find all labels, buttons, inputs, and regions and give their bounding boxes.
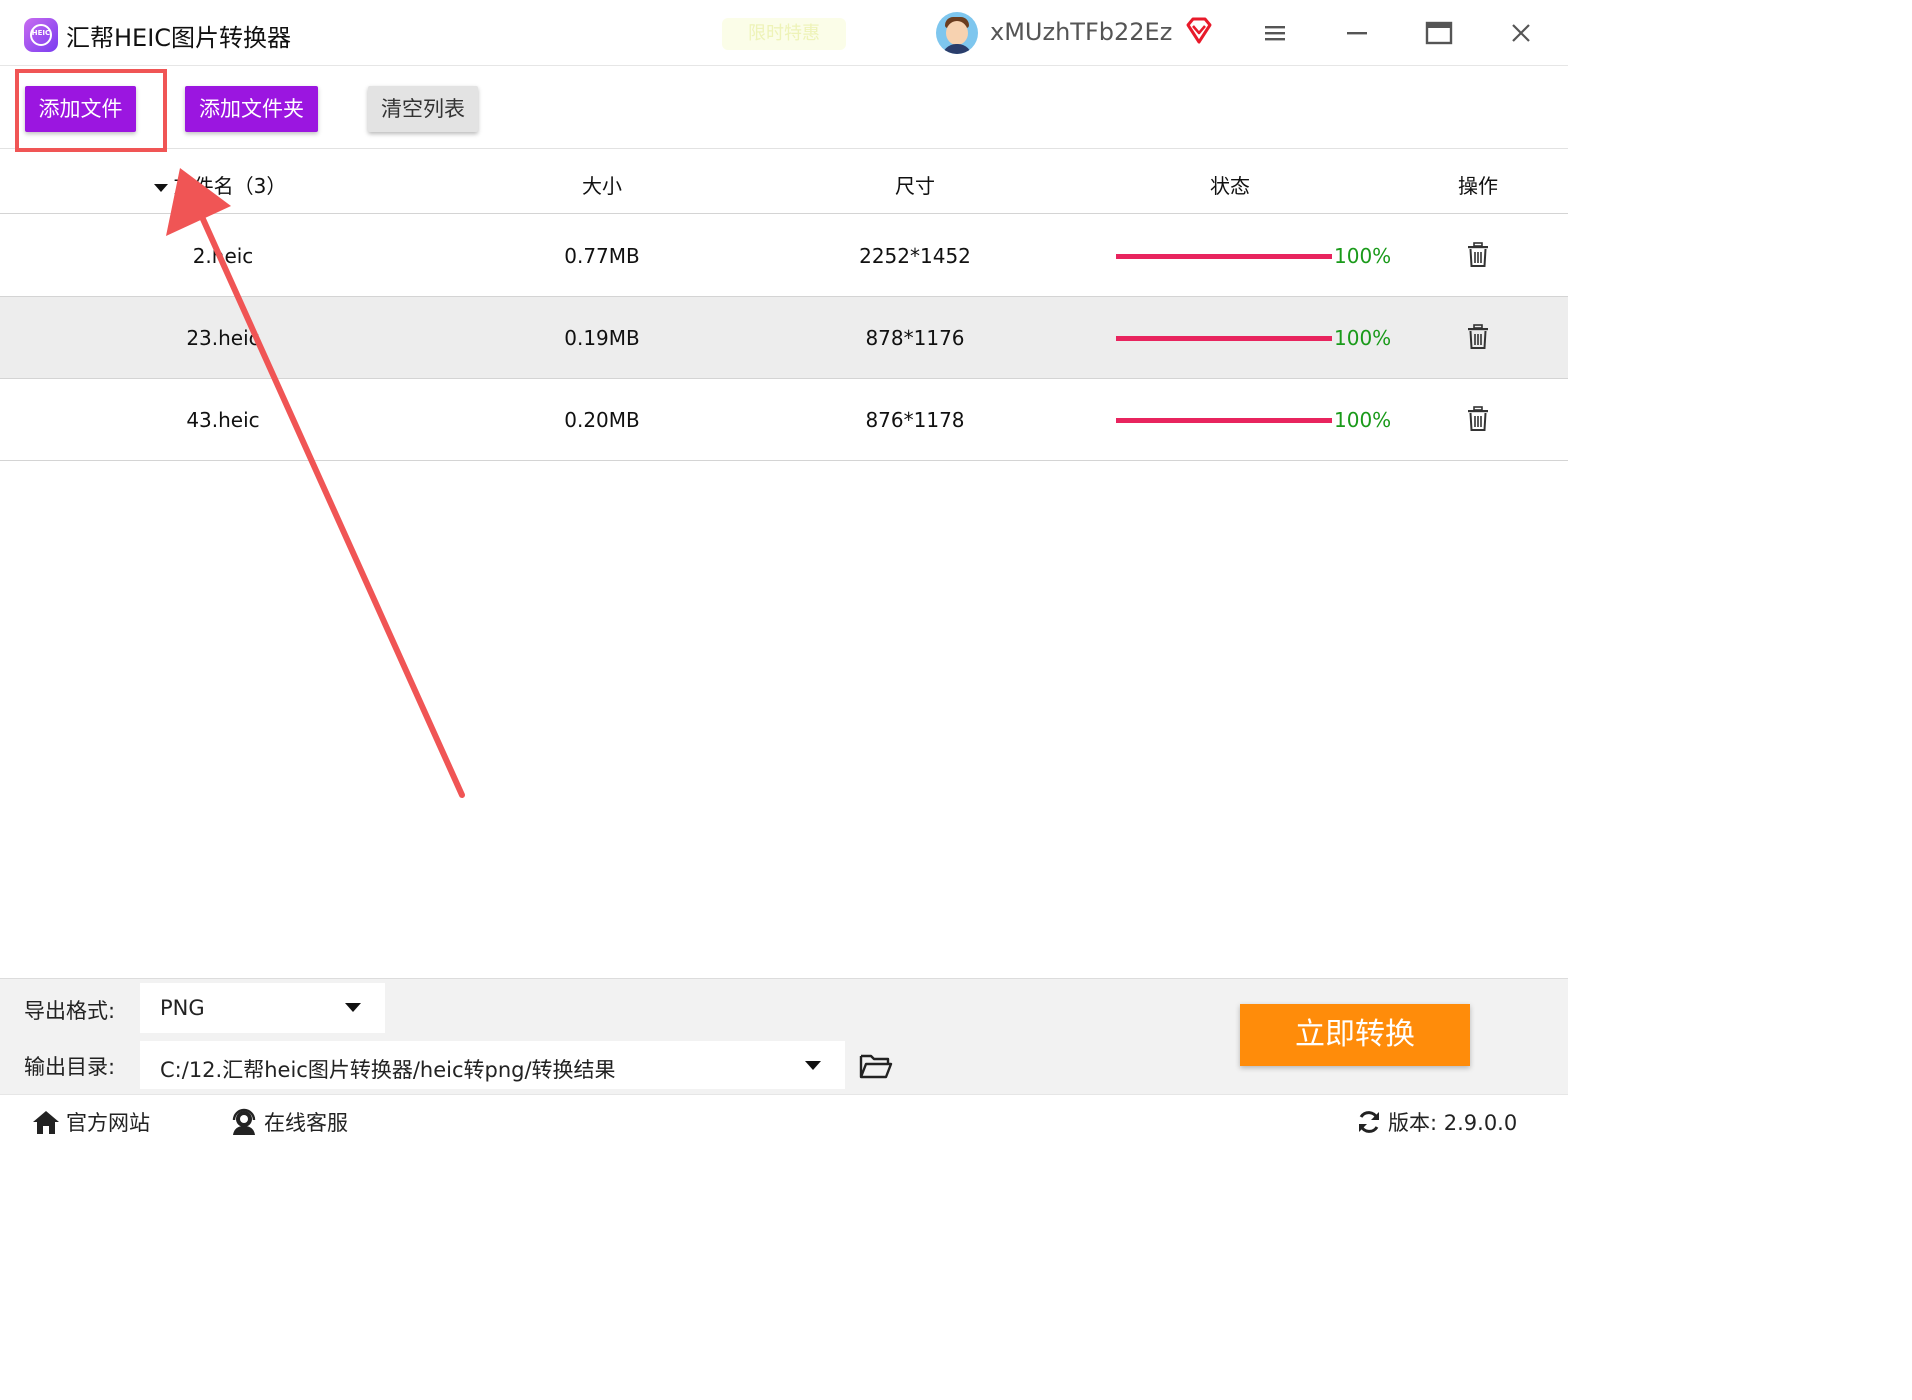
table-row[interactable]: 43.heic 0.20MB 876*1178 100% — [0, 379, 1568, 461]
progress-fill — [1116, 336, 1332, 341]
output-dir-select[interactable]: C:/12.汇帮heic图片转换器/heic转png/转换结果 — [140, 1041, 845, 1089]
footer: 官方网站 在线客服 版本: 2.9.0.0 — [0, 1094, 1568, 1148]
home-icon — [33, 1111, 59, 1134]
chevron-down-icon — [345, 1003, 361, 1012]
user-avatar[interactable] — [936, 12, 978, 54]
format-value: PNG — [160, 996, 205, 1020]
trash-icon[interactable] — [1466, 242, 1490, 268]
username[interactable]: xMUzhTFb22Ez — [990, 18, 1172, 46]
column-header-dimensions: 尺寸 — [895, 174, 935, 198]
official-site-link[interactable]: 官方网站 — [32, 1107, 150, 1137]
online-service-link[interactable]: 在线客服 — [230, 1107, 348, 1137]
format-label: 导出格式: — [24, 999, 116, 1023]
app-logo: HEIC — [24, 18, 58, 52]
file-dimensions: 876*1178 — [865, 408, 965, 432]
file-dimensions: 878*1176 — [865, 326, 965, 350]
progress-percent: 100% — [1334, 244, 1392, 268]
clear-list-button[interactable]: 清空列表 — [368, 86, 478, 132]
headset-icon — [232, 1108, 256, 1135]
file-dimensions: 2252*1452 — [859, 244, 971, 268]
app-window: HEIC 汇帮HEIC图片转换器 限时特惠 xMUzhTFb22Ez 添加文件 … — [0, 0, 1568, 1148]
vip-diamond-icon[interactable] — [1184, 16, 1214, 46]
format-select[interactable]: PNG — [140, 983, 385, 1033]
chevron-down-icon — [805, 1061, 821, 1070]
output-settings-panel: 导出格式: PNG 输出目录: C:/12.汇帮heic图片转换器/heic转p… — [0, 978, 1568, 1094]
online-service-label: 在线客服 — [264, 1111, 348, 1135]
convert-now-button[interactable]: 立即转换 — [1240, 1004, 1470, 1066]
progress-bar — [1116, 254, 1332, 259]
file-size: 0.19MB — [564, 326, 640, 350]
column-header-status: 状态 — [1210, 174, 1250, 198]
version-info: 版本: 2.9.0.0 — [1356, 1107, 1517, 1137]
folder-open-icon[interactable] — [858, 1051, 894, 1081]
table-row[interactable]: 23.heic 0.19MB 878*1176 100% — [0, 297, 1568, 379]
app-title: 汇帮HEIC图片转换器 — [66, 24, 292, 52]
column-header-actions: 操作 — [1458, 174, 1498, 198]
output-dir-label: 输出目录: — [24, 1055, 116, 1079]
version-label: 版本: 2.9.0.0 — [1388, 1111, 1518, 1135]
file-size: 0.20MB — [564, 408, 640, 432]
progress-percent: 100% — [1334, 326, 1392, 350]
title-bar: HEIC 汇帮HEIC图片转换器 限时特惠 xMUzhTFb22Ez — [0, 0, 1568, 66]
toolbar-divider — [0, 148, 1568, 149]
app-logo-text: HEIC — [31, 29, 51, 37]
column-header-size: 大小 — [582, 174, 622, 198]
trash-icon[interactable] — [1466, 406, 1490, 432]
file-name: 43.heic — [186, 408, 260, 432]
maximize-button[interactable] — [1422, 16, 1456, 50]
file-name: 2.heic — [192, 244, 254, 268]
menu-button[interactable] — [1258, 16, 1292, 50]
output-dir-value: C:/12.汇帮heic图片转换器/heic转png/转换结果 — [160, 1058, 616, 1082]
progress-fill — [1116, 418, 1332, 423]
minimize-button[interactable] — [1340, 16, 1374, 50]
minimize-icon — [1347, 32, 1367, 35]
official-site-label: 官方网站 — [66, 1111, 150, 1135]
file-name: 23.heic — [186, 326, 260, 350]
refresh-icon[interactable] — [1356, 1109, 1382, 1135]
sort-caret-icon — [153, 183, 168, 192]
progress-bar — [1116, 418, 1332, 423]
table-header: 文件名（3） 大小 尺寸 状态 操作 — [0, 150, 1568, 214]
trash-icon[interactable] — [1466, 324, 1490, 350]
column-header-name[interactable]: 文件名（3） — [120, 170, 320, 199]
annotation-highlight-box — [15, 69, 167, 152]
progress-bar — [1116, 336, 1332, 341]
promo-banner[interactable]: 限时特惠 — [722, 18, 846, 50]
close-icon — [1512, 24, 1530, 42]
progress-fill — [1116, 254, 1332, 259]
progress-percent: 100% — [1334, 408, 1392, 432]
maximize-icon — [1425, 21, 1453, 45]
add-folder-button[interactable]: 添加文件夹 — [185, 86, 318, 132]
close-button[interactable] — [1504, 16, 1538, 50]
file-size: 0.77MB — [564, 244, 640, 268]
table-row[interactable]: 2.heic 0.77MB 2252*1452 100% — [0, 215, 1568, 297]
hamburger-icon — [1265, 26, 1285, 41]
